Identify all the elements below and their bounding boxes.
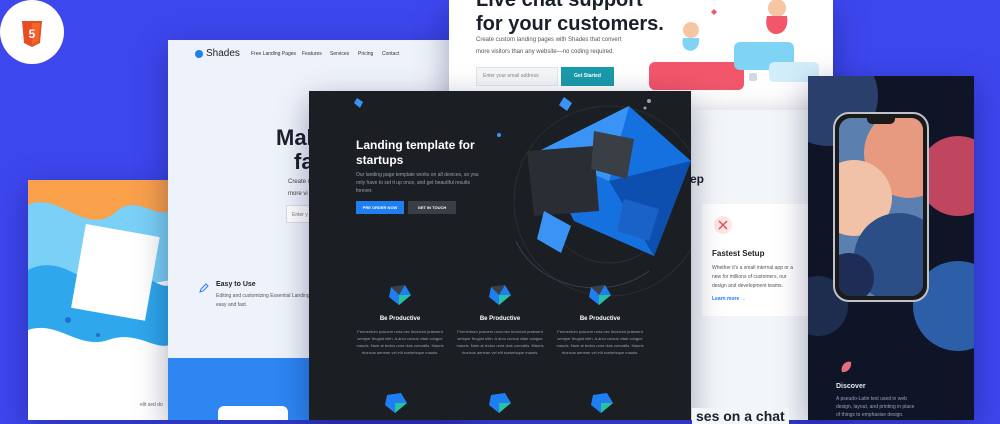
feature-text: Fermentum posuere urna nec tincidunt pra… bbox=[556, 329, 644, 355]
shades-bottom-card bbox=[218, 406, 288, 420]
pencil-icon bbox=[199, 283, 209, 293]
mid-partial-heading: ep bbox=[690, 172, 705, 186]
shades-navbar: Shades Free Landing Pages Features Servi… bbox=[168, 40, 468, 70]
leaf-icon bbox=[841, 361, 852, 373]
phone-screen bbox=[839, 118, 923, 296]
chat-heading-line1: Live chat support bbox=[476, 0, 643, 11]
startup-heading-line2: startups bbox=[356, 153, 404, 167]
chat-desc-line2: more visitors than any website—no coding… bbox=[476, 49, 615, 55]
startup-landing-template-card: Landing template for startups Our landin… bbox=[309, 91, 691, 420]
discover-title: Discover bbox=[836, 383, 866, 390]
shades-feature-text: Editing and customizing Essential Landin… bbox=[216, 293, 315, 308]
phone-mockup bbox=[833, 112, 929, 302]
html5-shield-icon: 5 bbox=[22, 21, 42, 47]
cube-feature-icon bbox=[585, 283, 615, 307]
chat-desc-line1: Create custom landing pages with Shades … bbox=[476, 37, 622, 43]
learn-more-link[interactable]: Learn more → bbox=[712, 296, 746, 302]
pre-order-button[interactable]: PRE ORDER NOW bbox=[356, 201, 404, 214]
nav-free-landing-pages[interactable]: Free Landing Pages bbox=[251, 51, 296, 57]
feature-text: Fermentum posuere urna nec tincidunt pra… bbox=[456, 329, 544, 355]
wavy-template-card: elit sed do bbox=[28, 180, 170, 420]
phone-screen-art bbox=[839, 118, 923, 296]
get-in-touch-button[interactable]: GET IN TOUCH bbox=[408, 201, 456, 214]
html5-badge: HTML 5 bbox=[0, 0, 512, 64]
chat-heading: Live chat support for your customers. bbox=[476, 0, 664, 36]
cube-feature-icon bbox=[485, 283, 515, 307]
startup-body: Our landing page template works on all d… bbox=[356, 172, 479, 194]
cube-feature-icon bbox=[385, 283, 415, 307]
chat-heading-line2: for your customers. bbox=[476, 13, 664, 35]
phone-notch bbox=[867, 118, 895, 124]
shades-feature-title: Easy to Use bbox=[216, 281, 256, 288]
chat-description: Create custom landing pages with Shades … bbox=[476, 34, 621, 58]
fastest-setup-title: Fastest Setup bbox=[712, 249, 765, 258]
html5-number: 5 bbox=[29, 27, 36, 41]
feature-title: Be Productive bbox=[379, 316, 421, 322]
wave-illustration bbox=[28, 180, 170, 420]
phone-template-card: Discover A pseudo-Latin text used in web… bbox=[808, 76, 974, 420]
feature-text: Fermentum posuere urna nec tincidunt pra… bbox=[356, 329, 444, 355]
cube-icon-row-2-3 bbox=[587, 391, 617, 420]
cube-icon-row-2-1 bbox=[381, 391, 411, 420]
discover-text: A pseudo-Latin text used in web design, … bbox=[836, 396, 915, 418]
nav-features[interactable]: Features bbox=[302, 51, 322, 57]
feature-column-3: Be Productive Fermentum posuere urna nec… bbox=[551, 283, 649, 356]
shades-logo-icon bbox=[195, 50, 203, 58]
nav-pricing[interactable]: Pricing bbox=[358, 51, 373, 57]
get-started-button[interactable]: Get Started bbox=[561, 67, 614, 86]
feature-column-2: Be Productive Fermentum posuere urna nec… bbox=[451, 283, 549, 356]
shades-brand[interactable]: Shades bbox=[206, 48, 240, 59]
cube-icon-row-2-2 bbox=[485, 391, 515, 420]
tools-icon bbox=[714, 216, 732, 234]
feature-column-1: Be Productive Fermentum posuere urna nec… bbox=[351, 283, 449, 356]
bottom-partial-text: ses on a chat bbox=[692, 408, 789, 424]
startup-heading-line1: Landing template for bbox=[356, 138, 475, 152]
nav-contact[interactable]: Contact bbox=[382, 51, 399, 57]
nav-services[interactable]: Services bbox=[330, 51, 349, 57]
startup-heading: Landing template for startups bbox=[356, 138, 475, 168]
feature-title: Be Productive bbox=[479, 316, 521, 322]
feature-title: Be Productive bbox=[579, 316, 621, 322]
chat-email-input[interactable]: Enter your email address bbox=[476, 67, 558, 86]
wavy-text: elit sed do bbox=[140, 402, 163, 408]
fastest-setup-text: Whether it's a small internal app or a n… bbox=[712, 265, 793, 289]
